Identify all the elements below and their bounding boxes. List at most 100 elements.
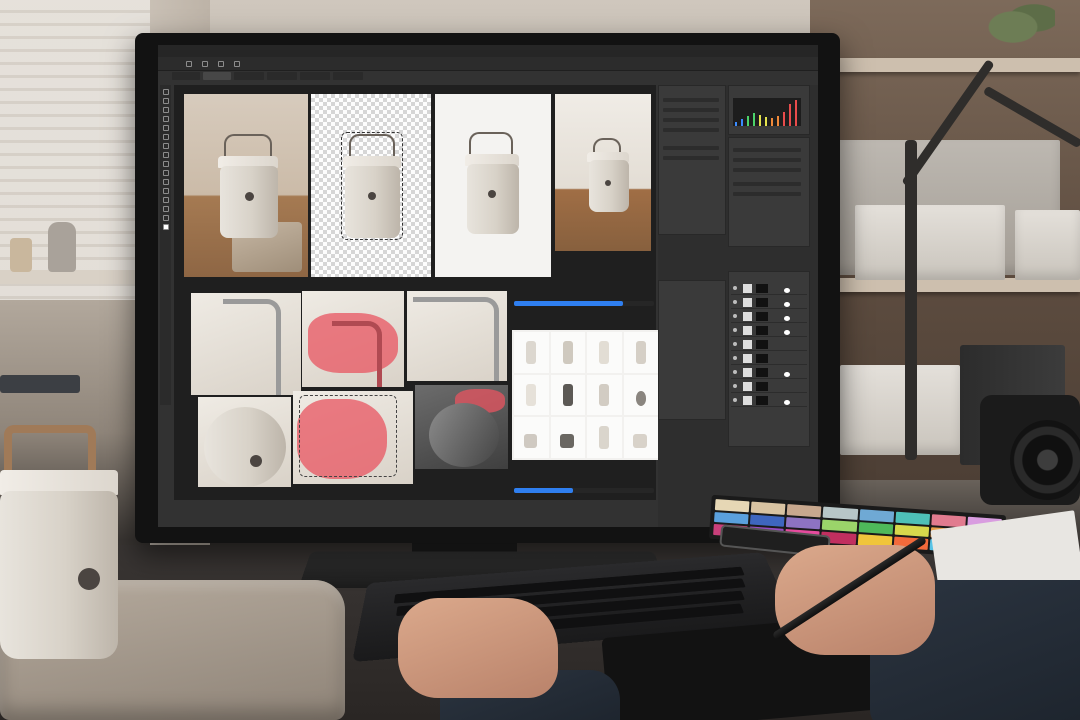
histogram-bar bbox=[741, 119, 743, 126]
adjustment-row[interactable] bbox=[733, 182, 801, 186]
variant-thumbnail[interactable] bbox=[587, 374, 622, 416]
marquee-tool-icon[interactable] bbox=[162, 98, 169, 104]
histogram-bar bbox=[759, 115, 761, 126]
property-row[interactable] bbox=[663, 118, 719, 122]
options-icon[interactable] bbox=[234, 60, 240, 67]
adjustment-row[interactable] bbox=[733, 158, 801, 162]
detail-crop-dark[interactable] bbox=[415, 385, 508, 469]
visibility-icon[interactable] bbox=[733, 370, 737, 374]
visibility-icon[interactable] bbox=[733, 384, 737, 388]
type-tool-icon[interactable] bbox=[162, 197, 169, 203]
property-row[interactable] bbox=[663, 146, 719, 150]
layer-mask-thumbnail bbox=[756, 368, 790, 377]
layer-row[interactable] bbox=[731, 380, 807, 393]
select-tool-icon[interactable] bbox=[162, 116, 169, 122]
variant-thumbnail[interactable] bbox=[623, 374, 658, 416]
adjustment-row[interactable] bbox=[733, 192, 801, 196]
layer-thumbnail bbox=[743, 284, 752, 293]
color-swatch bbox=[714, 499, 750, 513]
variant-jar bbox=[562, 383, 573, 407]
hand-left bbox=[398, 598, 558, 698]
photo-kitchen[interactable] bbox=[555, 94, 651, 251]
layer-mask-thumbnail bbox=[756, 312, 790, 321]
detail-crop-mask[interactable] bbox=[302, 291, 404, 387]
visibility-icon[interactable] bbox=[733, 342, 737, 346]
variant-thumbnail[interactable] bbox=[514, 332, 549, 373]
detail-crop-mask-2[interactable] bbox=[293, 391, 413, 484]
layer-thumbnail bbox=[743, 368, 752, 377]
variant-thumbnail[interactable] bbox=[587, 417, 622, 458]
document-tab[interactable] bbox=[333, 72, 363, 80]
zoom-tool-icon[interactable] bbox=[162, 215, 169, 221]
layer-row[interactable] bbox=[731, 324, 807, 337]
detail-crop-base[interactable] bbox=[198, 397, 291, 487]
photo-original[interactable] bbox=[184, 94, 308, 277]
lasso-tool-icon[interactable] bbox=[162, 107, 169, 113]
eyedropper-tool-icon[interactable] bbox=[162, 134, 169, 140]
photo-cutout-transparent[interactable] bbox=[311, 94, 431, 277]
layer-mask-thumbnail bbox=[756, 298, 790, 307]
variant-thumbnail[interactable] bbox=[514, 417, 549, 458]
visibility-icon[interactable] bbox=[733, 286, 737, 290]
hand-tool-icon[interactable] bbox=[162, 206, 169, 212]
crop-tool-icon[interactable] bbox=[162, 125, 169, 131]
move-tool-icon[interactable] bbox=[162, 89, 169, 95]
storage-box bbox=[840, 365, 960, 455]
options-icon[interactable] bbox=[202, 60, 208, 67]
document-tab[interactable] bbox=[172, 72, 200, 80]
adjustment-row[interactable] bbox=[733, 168, 801, 172]
gradient-tool-icon[interactable] bbox=[162, 179, 169, 185]
layer-row[interactable] bbox=[731, 296, 807, 309]
variant-thumbnail[interactable] bbox=[550, 332, 585, 373]
document-tab[interactable] bbox=[300, 72, 330, 80]
eraser-tool-icon[interactable] bbox=[162, 170, 169, 176]
canvas-area[interactable] bbox=[174, 85, 660, 500]
property-row[interactable] bbox=[663, 128, 719, 132]
layer-row[interactable] bbox=[731, 352, 807, 365]
options-icon[interactable] bbox=[186, 60, 192, 67]
storage-box bbox=[855, 205, 1005, 280]
variant-thumbnail[interactable] bbox=[623, 417, 658, 458]
variant-thumbnail[interactable] bbox=[623, 332, 658, 373]
stamp-tool-icon[interactable] bbox=[162, 161, 169, 167]
layer-row[interactable] bbox=[731, 366, 807, 379]
options-icon[interactable] bbox=[218, 60, 224, 67]
pen-tool-icon[interactable] bbox=[162, 188, 169, 194]
property-row[interactable] bbox=[663, 156, 719, 160]
color-swatch-icon[interactable] bbox=[162, 224, 169, 230]
visibility-icon[interactable] bbox=[733, 356, 737, 360]
progress-fill bbox=[514, 301, 624, 306]
document-tab-active[interactable] bbox=[203, 72, 231, 80]
variant-thumbnail[interactable] bbox=[587, 332, 622, 373]
layer-row[interactable] bbox=[731, 310, 807, 323]
variant-thumbnail[interactable] bbox=[550, 374, 585, 416]
layer-mask-thumbnail bbox=[756, 396, 790, 405]
layer-row[interactable] bbox=[731, 338, 807, 351]
variant-jar bbox=[599, 383, 610, 407]
adjustment-row[interactable] bbox=[733, 148, 801, 152]
layer-thumbnail bbox=[743, 298, 752, 307]
visibility-icon[interactable] bbox=[733, 328, 737, 332]
histogram bbox=[733, 98, 801, 126]
monitor bbox=[135, 33, 840, 543]
plant bbox=[985, 0, 1055, 45]
brush-tool-icon[interactable] bbox=[162, 152, 169, 158]
visibility-icon[interactable] bbox=[733, 398, 737, 402]
property-row[interactable] bbox=[663, 98, 719, 102]
layer-row[interactable] bbox=[731, 282, 807, 295]
layer-row[interactable] bbox=[731, 394, 807, 407]
detail-crop-handle-2[interactable] bbox=[407, 291, 507, 381]
document-tab[interactable] bbox=[234, 72, 264, 80]
color-swatch bbox=[895, 511, 930, 525]
photo-white-background[interactable] bbox=[435, 94, 551, 277]
properties-panel bbox=[658, 85, 726, 235]
variant-thumbnail[interactable] bbox=[514, 374, 549, 416]
visibility-icon[interactable] bbox=[733, 300, 737, 304]
detail-crop-handle[interactable] bbox=[191, 293, 301, 395]
document-tab[interactable] bbox=[267, 72, 297, 80]
variant-thumbnail[interactable] bbox=[550, 417, 585, 458]
property-row[interactable] bbox=[663, 108, 719, 112]
visibility-icon[interactable] bbox=[733, 314, 737, 318]
healing-tool-icon[interactable] bbox=[162, 143, 169, 149]
variant-jar bbox=[633, 433, 647, 449]
